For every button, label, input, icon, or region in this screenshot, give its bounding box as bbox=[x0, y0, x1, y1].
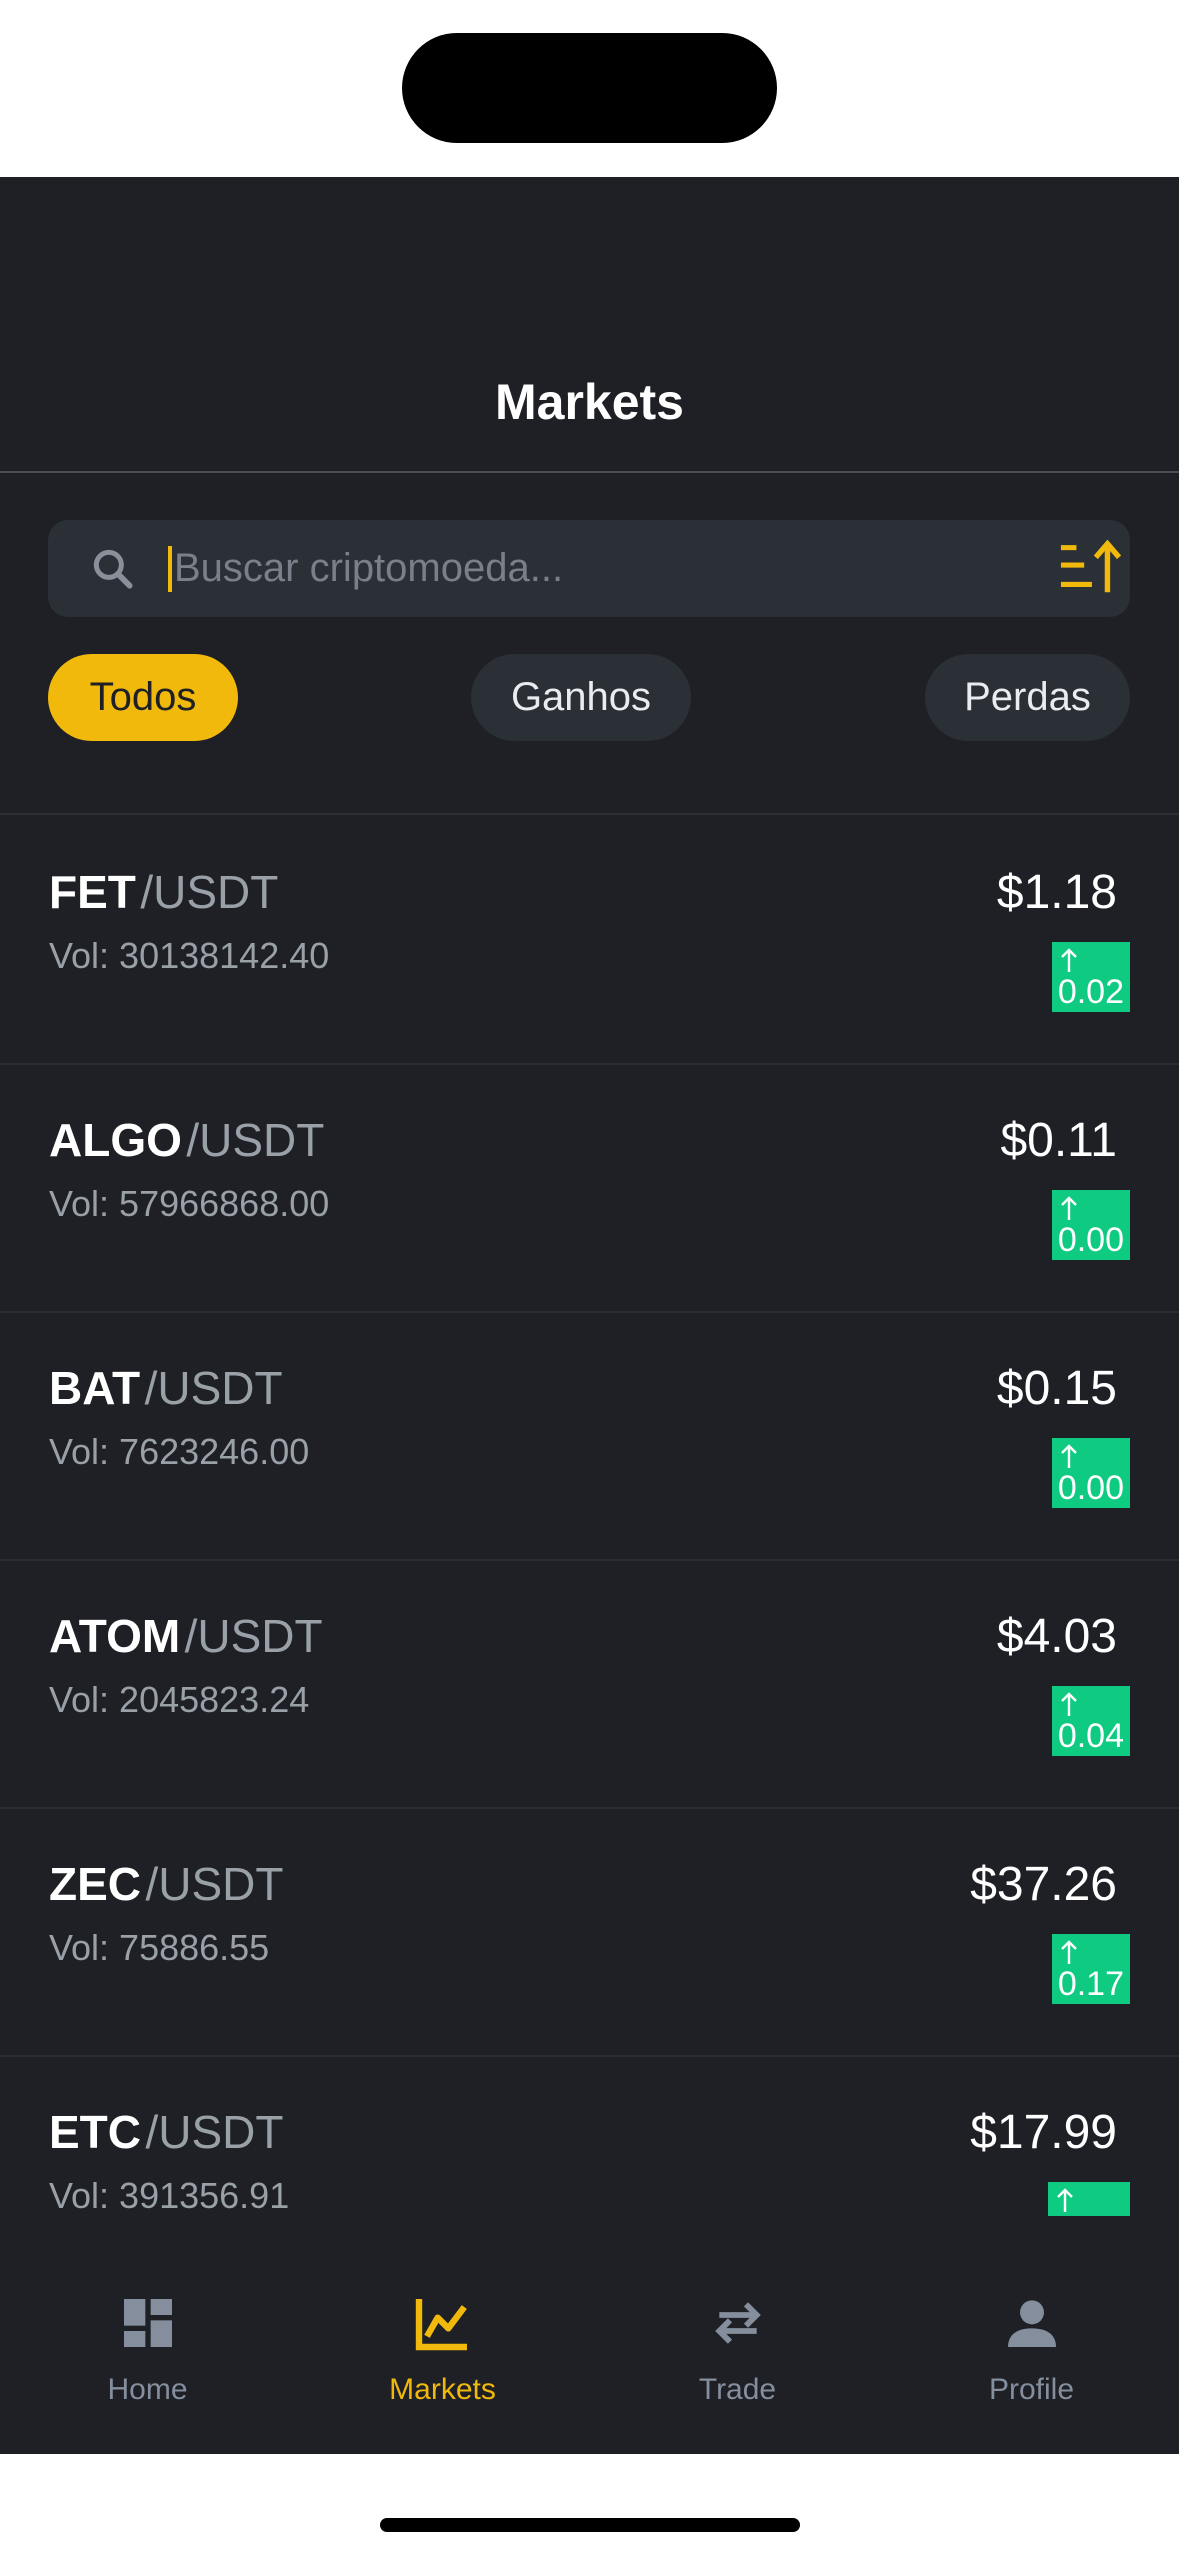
change-badge: 0.04 bbox=[1051, 1686, 1130, 1756]
change-badge: 0.00 bbox=[1051, 1190, 1130, 1260]
base-symbol: FET bbox=[49, 866, 136, 918]
price: $0.15 bbox=[996, 1362, 1117, 1415]
filter-label: Todos bbox=[89, 675, 197, 719]
home-indicator[interactable] bbox=[380, 2518, 800, 2532]
tab-profile[interactable]: Profile bbox=[884, 2251, 1179, 2454]
quote-symbol: /USDT bbox=[140, 866, 279, 918]
filter-ganhos[interactable]: Ganhos bbox=[471, 654, 691, 741]
dashboard-icon bbox=[124, 2299, 172, 2347]
quote-symbol: /USDT bbox=[186, 1114, 325, 1166]
tab-label: Profile bbox=[988, 2373, 1075, 2406]
market-row-atom[interactable]: ATOM /USDT Vol: 2045823.24 $4.03 0.04 bbox=[0, 1559, 1179, 1809]
pair-label: ETC /USDT bbox=[49, 2105, 283, 2159]
volume: Vol: 30138142.40 bbox=[49, 935, 330, 976]
sort-icon[interactable] bbox=[1058, 536, 1122, 598]
quote-symbol: /USDT bbox=[184, 1610, 323, 1662]
base-symbol: ETC bbox=[49, 2106, 141, 2158]
filter-label: Perdas bbox=[964, 675, 1091, 719]
filter-label: Ganhos bbox=[510, 675, 652, 719]
tab-markets[interactable]: Markets bbox=[295, 2251, 590, 2454]
price: $1.18 bbox=[996, 866, 1117, 919]
pair-label: ALGO /USDT bbox=[49, 1113, 324, 1167]
dynamic-island bbox=[402, 33, 777, 143]
pair-label: BAT /USDT bbox=[49, 1361, 283, 1415]
volume: Vol: 391356.91 bbox=[49, 2175, 290, 2216]
arrow-up-icon bbox=[1057, 2188, 1073, 2212]
base-symbol: BAT bbox=[49, 1362, 141, 1414]
volume: Vol: 57966868.00 bbox=[49, 1183, 330, 1224]
market-row-algo[interactable]: ALGO /USDT Vol: 57966868.00 $0.11 0.00 bbox=[0, 1063, 1179, 1313]
market-row-zec[interactable]: ZEC /USDT Vol: 75886.55 $37.26 0.17 bbox=[0, 1807, 1179, 2057]
swap-arrows-icon bbox=[715, 2302, 761, 2344]
tab-label: Trade bbox=[698, 2373, 777, 2406]
market-row-bat[interactable]: BAT /USDT Vol: 7623246.00 $0.15 0.00 bbox=[0, 1311, 1179, 1561]
tab-label: Markets bbox=[389, 2373, 496, 2406]
tab-home[interactable]: Home bbox=[0, 2251, 295, 2454]
volume: Vol: 7623246.00 bbox=[49, 1431, 310, 1472]
search-bar[interactable] bbox=[48, 520, 1130, 617]
change-value: 0.00 bbox=[1057, 1469, 1124, 1507]
tab-label: Home bbox=[107, 2373, 188, 2406]
change-badge bbox=[1048, 2182, 1130, 2216]
quote-symbol: /USDT bbox=[145, 1858, 284, 1910]
markets-screen: Markets Todos Ganhos Perdas FET /USDT Vo… bbox=[0, 177, 1179, 2454]
price: $0.11 bbox=[1000, 1114, 1117, 1167]
pair-label: FET /USDT bbox=[49, 865, 278, 919]
bottom-tab-bar: Home Markets Trade Profile bbox=[0, 2251, 1179, 2454]
price: $4.03 bbox=[996, 1610, 1117, 1663]
arrow-up-icon bbox=[1060, 1692, 1077, 1716]
base-symbol: ALGO bbox=[49, 1114, 182, 1166]
filter-todos[interactable]: Todos bbox=[48, 654, 238, 741]
volume: Vol: 75886.55 bbox=[49, 1927, 270, 1968]
change-value: 0.00 bbox=[1057, 1221, 1124, 1259]
change-badge: 0.02 bbox=[1051, 942, 1130, 1012]
quote-symbol: /USDT bbox=[145, 2106, 284, 2158]
change-value: 0.02 bbox=[1057, 973, 1124, 1011]
arrow-up-icon bbox=[1060, 1196, 1077, 1220]
search-input[interactable] bbox=[168, 520, 974, 617]
change-value: 0.04 bbox=[1057, 1717, 1124, 1755]
base-symbol: ZEC bbox=[49, 1858, 141, 1910]
pair-label: ZEC /USDT bbox=[49, 1857, 283, 1911]
text-caret bbox=[168, 546, 172, 592]
price: $17.99 bbox=[970, 2106, 1117, 2159]
base-symbol: ATOM bbox=[49, 1610, 181, 1662]
pair-label: ATOM /USDT bbox=[49, 1609, 323, 1663]
market-row-fet[interactable]: FET /USDT Vol: 30138142.40 $1.18 0.02 bbox=[0, 815, 1179, 1065]
change-value: 0.17 bbox=[1057, 1965, 1124, 2003]
chart-line-icon bbox=[415, 2299, 467, 2351]
price: $37.26 bbox=[970, 1858, 1117, 1911]
quote-symbol: /USDT bbox=[144, 1362, 283, 1414]
change-badge: 0.00 bbox=[1051, 1438, 1130, 1508]
tab-trade[interactable]: Trade bbox=[590, 2251, 885, 2454]
search-icon bbox=[93, 549, 133, 589]
change-badge: 0.17 bbox=[1051, 1934, 1130, 2004]
arrow-up-icon bbox=[1060, 1940, 1077, 1964]
person-icon bbox=[1008, 2300, 1056, 2347]
arrow-up-icon bbox=[1060, 1444, 1077, 1468]
volume: Vol: 2045823.24 bbox=[49, 1679, 310, 1720]
page-title: Markets bbox=[495, 374, 684, 430]
filter-perdas[interactable]: Perdas bbox=[925, 654, 1130, 741]
arrow-up-icon bbox=[1060, 948, 1077, 972]
header: Markets bbox=[0, 177, 1179, 473]
